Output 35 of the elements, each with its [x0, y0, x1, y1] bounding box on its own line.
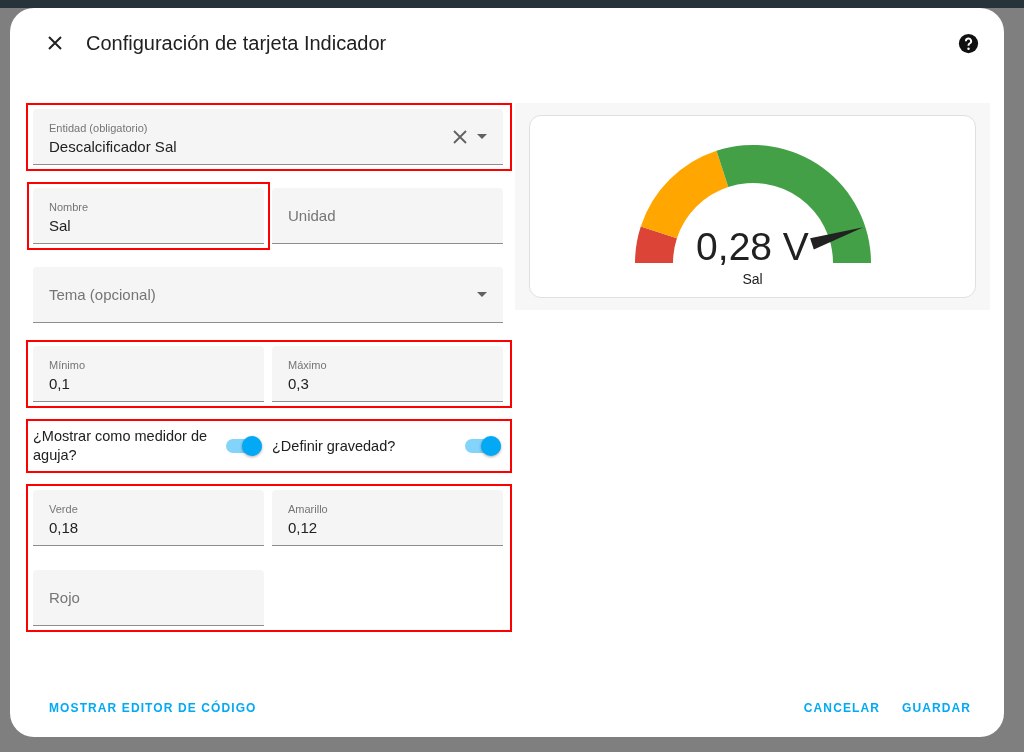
text-field[interactable]: Unidad: [272, 188, 503, 244]
field-value: 0,12: [288, 519, 319, 536]
select-field[interactable]: Entidad (obligatorio) Descalcificador Sal: [33, 109, 503, 165]
text-field[interactable]: Máximo 0,3: [272, 346, 503, 402]
select-field[interactable]: Tema (opcional): [33, 267, 503, 323]
field-value: 0,18: [49, 519, 80, 536]
text-field[interactable]: Mínimo 0,1: [33, 346, 264, 402]
gauge-name: Sal: [742, 271, 763, 287]
caret-icon[interactable]: [477, 292, 487, 297]
gauge-value: 0,28 V: [695, 225, 810, 269]
field-value: Sal: [49, 217, 72, 234]
field-label: Unidad: [288, 207, 337, 224]
text-field[interactable]: Rojo: [33, 570, 264, 626]
toggle-switch[interactable]: [226, 439, 262, 453]
field-value: Descalcificador Sal: [49, 138, 178, 155]
field-label: Máximo: [288, 359, 328, 372]
caret-icon[interactable]: [477, 134, 487, 139]
help-icon[interactable]: [958, 32, 979, 54]
field-label: Mínimo: [49, 359, 87, 372]
field-label: Entidad (obligatorio): [49, 122, 149, 135]
switch-label: ¿Definir gravedad?: [272, 436, 397, 456]
field-value: 0,3: [288, 375, 310, 392]
field-value: 0,1: [49, 375, 71, 392]
field-label: Nombre: [49, 201, 90, 214]
toggle-switch[interactable]: [465, 439, 501, 453]
switch-label: ¿Mostrar como medidor de aguja?: [33, 427, 209, 465]
field-label: Rojo: [49, 589, 81, 606]
field-label: Amarillo: [288, 503, 329, 516]
field-label: Verde: [49, 503, 79, 516]
text-field[interactable]: Amarillo 0,12: [272, 490, 503, 546]
dialog-title: Configuración de tarjeta Indicador: [86, 31, 388, 55]
clear-icon[interactable]: [453, 129, 467, 144]
text-field[interactable]: Nombre Sal: [33, 188, 264, 244]
text-field[interactable]: Verde 0,18: [33, 490, 264, 546]
field-label: Tema (opcional): [49, 286, 157, 303]
